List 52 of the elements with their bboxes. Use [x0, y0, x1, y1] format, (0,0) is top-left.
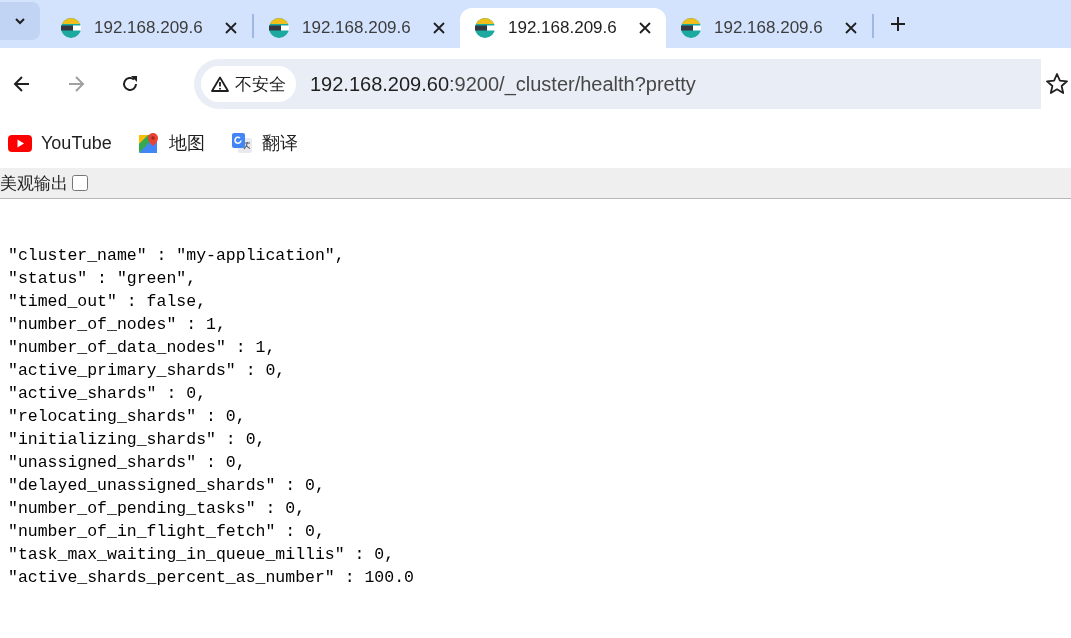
pretty-print-label: 美观输出	[0, 172, 68, 195]
bookmark-item[interactable]: YouTube	[8, 132, 112, 154]
play-icon	[8, 134, 32, 152]
browser-tab[interactable]: 192.168.209.6	[254, 8, 460, 48]
address-bar[interactable]: 不安全 192.168.209.60:9200/_cluster/health?pretty	[194, 59, 1041, 109]
logo-icon	[680, 17, 702, 39]
close-icon[interactable]	[224, 21, 238, 35]
close-icon[interactable]	[844, 21, 858, 35]
json-line: "active_shards" : 0,	[8, 383, 207, 405]
close-icon[interactable]	[432, 21, 446, 35]
json-line: "unassigned_shards" : 0,	[8, 452, 246, 474]
json-line: "number_of_pending_tasks" : 0,	[8, 498, 306, 520]
warning-icon	[211, 76, 229, 92]
bookmark-label: YouTube	[41, 132, 112, 154]
json-line: "active_shards_percent_as_number" : 100.0	[8, 567, 414, 589]
url-text: 192.168.209.60:9200/_cluster/health?pretty	[310, 72, 696, 96]
json-line: "cluster_name" : "my-application",	[8, 245, 345, 267]
tab-title: 192.168.209.6	[94, 18, 204, 38]
tab-title: 192.168.209.6	[302, 18, 412, 38]
translate-icon	[230, 132, 253, 154]
json-line: "timed_out" : false,	[8, 291, 207, 313]
pretty-print-checkbox[interactable]	[72, 175, 88, 191]
logo-icon	[474, 17, 496, 39]
json-line: "number_of_in_flight_fetch" : 0,	[8, 521, 325, 543]
browser-tab[interactable]: 192.168.209.6	[666, 8, 872, 48]
security-label: 不安全	[235, 73, 286, 96]
map-pin-icon	[137, 132, 160, 154]
logo-icon	[60, 17, 82, 39]
json-line: "initializing_shards" : 0,	[8, 429, 266, 451]
bookmark-label: 地图	[168, 132, 205, 155]
security-chip[interactable]: 不安全	[201, 66, 296, 102]
json-line: "relocating_shards" : 0,	[8, 406, 246, 428]
forward-icon[interactable]	[66, 74, 86, 94]
new-tab-icon[interactable]	[890, 16, 906, 32]
json-line: "delayed_unassigned_shards" : 0,	[8, 475, 325, 497]
bookmark-label: 翻译	[261, 132, 298, 155]
tab-title: 192.168.209.6	[714, 18, 824, 38]
tab-title: 192.168.209.6	[508, 18, 618, 38]
json-line: "active_primary_shards" : 0,	[8, 360, 286, 382]
json-line: "status" : "green",	[8, 268, 197, 290]
browser-tab[interactable]: 192.168.209.6	[460, 8, 666, 48]
bookmark-item[interactable]: 地图	[137, 131, 205, 155]
json-line: "number_of_nodes" : 1,	[8, 314, 226, 336]
close-icon[interactable]	[638, 21, 652, 35]
back-icon[interactable]	[12, 74, 32, 94]
json-line: "number_of_data_nodes" : 1,	[8, 337, 276, 359]
json-line: "task_max_waiting_in_queue_millis" : 0,	[8, 544, 395, 566]
logo-icon	[268, 17, 290, 39]
star-icon[interactable]	[1045, 72, 1069, 96]
browser-tab[interactable]: 192.168.209.6	[46, 8, 252, 48]
reload-icon[interactable]	[120, 74, 140, 94]
bookmark-item[interactable]: 翻译	[230, 131, 298, 155]
